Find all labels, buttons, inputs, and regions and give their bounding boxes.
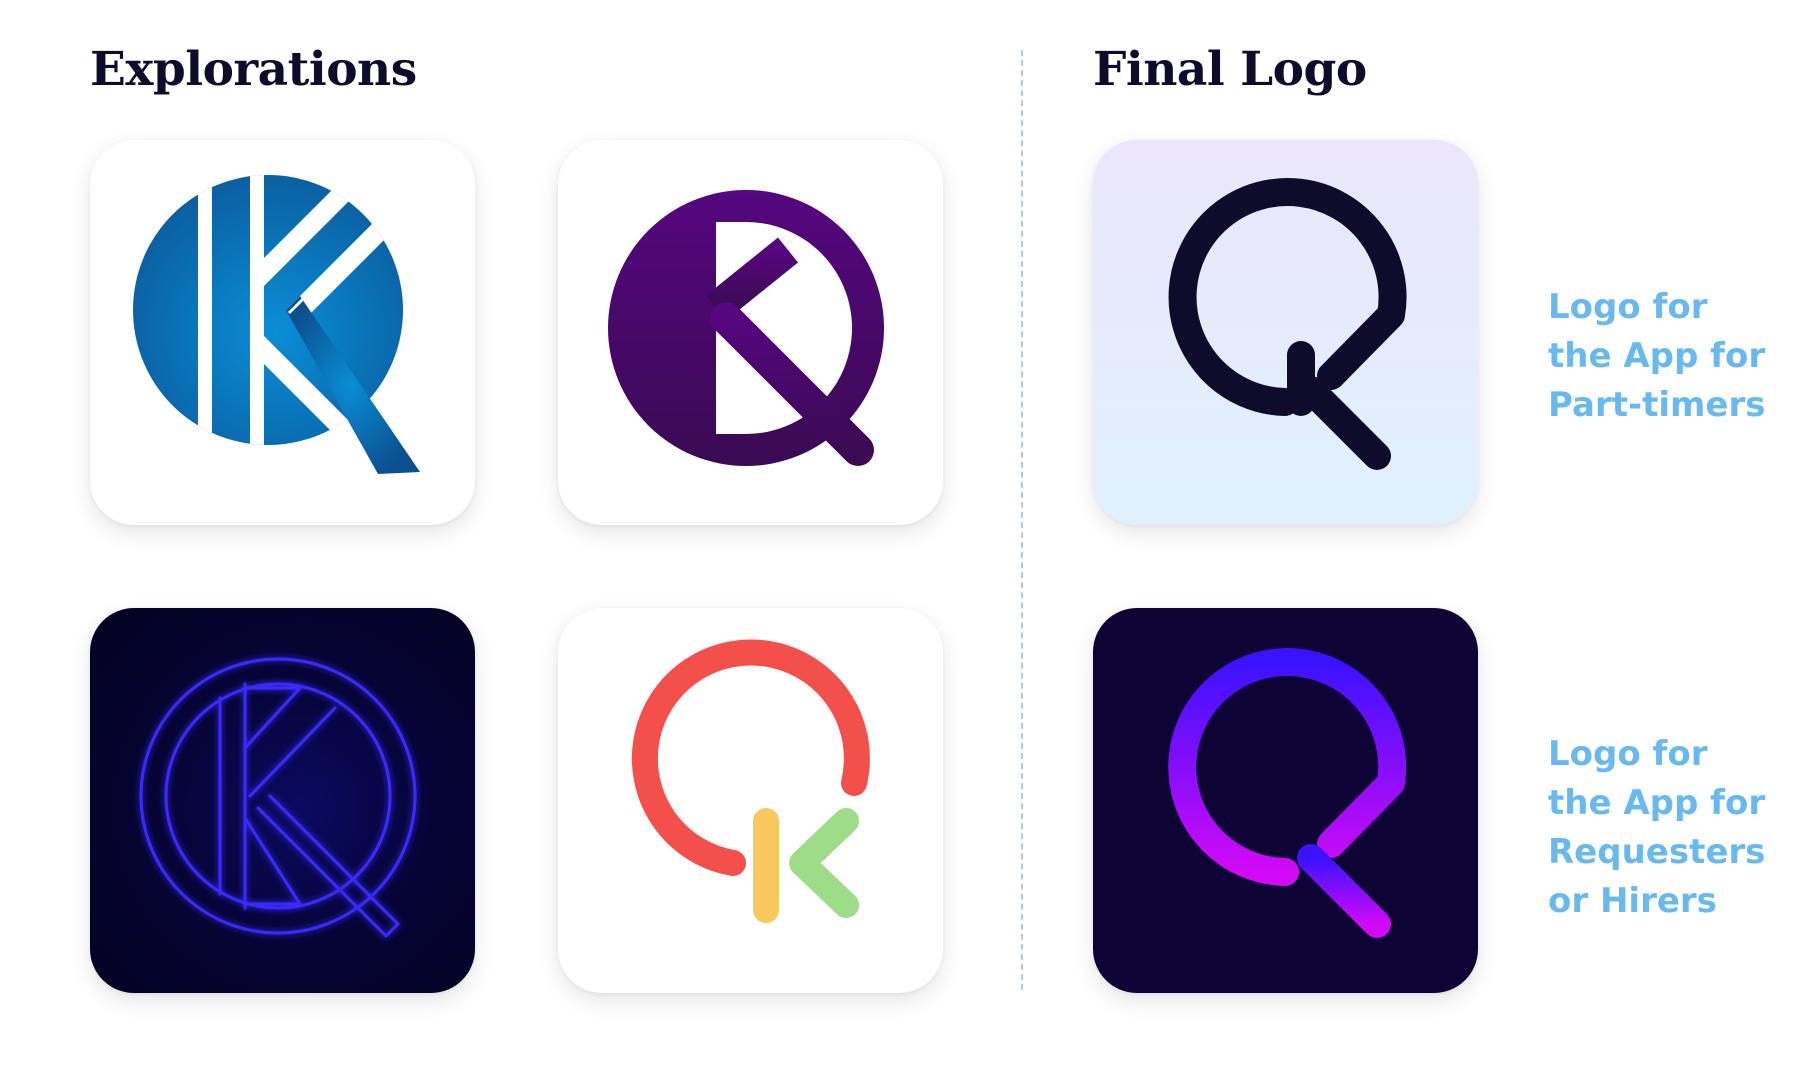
exploration-logo-purple-tile — [558, 140, 943, 525]
exploration-logo-colorful-tile — [558, 608, 943, 993]
exploration-logo-blue-tile — [90, 140, 475, 525]
exploration-logo-neon-tile — [90, 608, 475, 993]
section-divider — [1021, 50, 1023, 990]
explorations-heading: Explorations — [90, 42, 417, 97]
caption-line: Part-timers — [1548, 385, 1766, 425]
caption-line: the App for — [1548, 783, 1766, 823]
caption-part-timers: Logo for the App for Part-timers — [1548, 283, 1808, 430]
caption-line: the App for — [1548, 336, 1766, 376]
purple-kq-logo — [608, 190, 884, 466]
caption-requesters: Logo for the App for Requesters or Hirer… — [1548, 730, 1808, 926]
final-logo-light-tile — [1093, 140, 1478, 525]
neon-kq-logo — [139, 657, 417, 938]
blue-kq-logo — [133, 175, 420, 474]
colorful-qk-logo — [631, 639, 870, 923]
final-logo-heading: Final Logo — [1093, 42, 1367, 97]
caption-line: Logo for — [1548, 734, 1708, 774]
caption-line: Logo for — [1548, 287, 1708, 327]
final-logo-dark-tile — [1093, 608, 1478, 993]
final-logo-dark-mark — [1168, 648, 1407, 938]
caption-line: Requesters — [1548, 832, 1766, 872]
final-logo-light-mark — [1168, 178, 1407, 470]
caption-line: or Hirers — [1548, 881, 1717, 921]
